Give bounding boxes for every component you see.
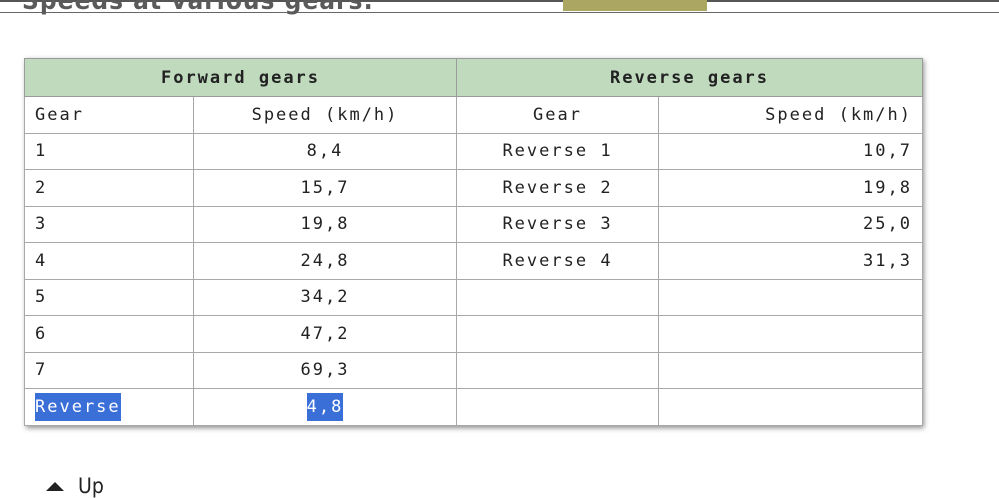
forward-gear-cell: 7 [24,351,194,389]
reverse-gear-cell [456,351,659,389]
selected-text[interactable]: Reverse [35,392,121,421]
reverse-gear-cell [456,315,659,353]
reverse-speed-cell: 31,3 [658,242,923,280]
up-link-label[interactable]: Up [78,474,104,498]
reverse-gear-cell [456,388,659,426]
reverse-gear-cell: Reverse 4 [456,242,659,280]
reverse-speed-cell [658,388,923,426]
reverse-speed-col-header: Speed (km/h) [658,96,923,134]
gear-speed-table: Forward gears Reverse gears Gear Speed (… [24,58,923,426]
forward-speed-cell: 69,3 [193,351,457,389]
reverse-speed-cell: 19,8 [658,169,923,207]
table-row: 6 47,2 [24,315,923,353]
forward-gear-cell: 6 [24,315,194,353]
speeds-table: Forward gears Reverse gears Gear Speed (… [24,58,923,426]
up-link[interactable]: Up [46,474,104,498]
column-header-row: Gear Speed (km/h) Gear Speed (km/h) [24,96,923,134]
table-row: 4 24,8 Reverse 4 31,3 [24,242,923,280]
forward-speed-cell: 24,8 [193,242,457,280]
reverse-gear-cell: Reverse 1 [456,132,659,170]
forward-speed-cell: 15,7 [193,169,457,207]
reverse-speed-cell [658,351,923,389]
reverse-gear-cell [456,278,659,316]
active-tab-indicator[interactable] [563,0,707,11]
reverse-gear-col-header: Gear [456,96,659,134]
table-row: 1 8,4 Reverse 1 10,7 [24,132,923,170]
forward-gear-cell: 3 [24,205,194,243]
reverse-speed-cell [658,315,923,353]
forward-speed-col-header: Speed (km/h) [193,96,457,134]
table-row: 3 19,8 Reverse 3 25,0 [24,205,923,243]
forward-gear-cell: 2 [24,169,194,207]
reverse-speed-cell: 25,0 [658,205,923,243]
section-heading: Speeds at various gears: [22,0,374,16]
triangle-up-icon [46,481,64,491]
table-row: 5 34,2 [24,278,923,316]
table-row: 2 15,7 Reverse 2 19,8 [24,169,923,207]
forward-gear-cell: 4 [24,242,194,280]
forward-speed-cell: 4,8 [193,388,457,426]
forward-gears-header: Forward gears [24,58,457,97]
forward-speed-cell: 47,2 [193,315,457,353]
table-row: Reverse 4,8 [24,388,923,426]
forward-gear-cell: Reverse [24,388,194,426]
reverse-speed-cell: 10,7 [658,132,923,170]
reverse-gear-cell: Reverse 3 [456,205,659,243]
table-row: 7 69,3 [24,351,923,389]
forward-gear-cell: 5 [24,278,194,316]
forward-gear-cell: 1 [24,132,194,170]
reverse-speed-cell [658,278,923,316]
forward-speed-cell: 34,2 [193,278,457,316]
selected-text[interactable]: 4,8 [306,392,344,421]
forward-speed-cell: 8,4 [193,132,457,170]
forward-gear-col-header: Gear [24,96,194,134]
forward-speed-cell: 19,8 [193,205,457,243]
reverse-gear-cell: Reverse 2 [456,169,659,207]
reverse-gears-header: Reverse gears [456,58,923,97]
group-header-row: Forward gears Reverse gears [24,58,923,97]
